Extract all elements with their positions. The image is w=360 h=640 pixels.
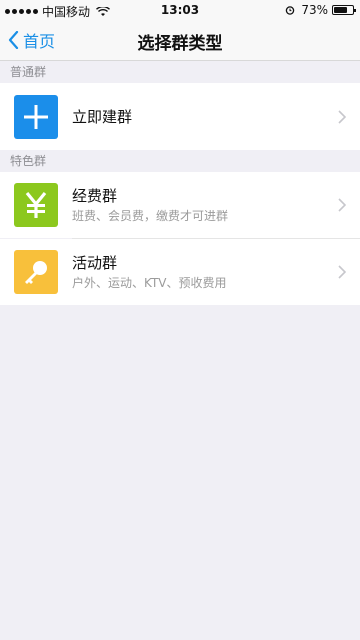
status-bar: 中国移动 13:03 73% [0, 0, 360, 20]
section-header-normal: 普通群 [0, 61, 360, 83]
create-group-title: 立即建群 [72, 108, 133, 126]
fee-group-subtitle: 班费、会员费，缴费才可进群 [72, 209, 229, 223]
fee-group-title: 经费群 [72, 187, 118, 205]
battery-icon [332, 5, 356, 15]
status-right: 73% [285, 3, 356, 17]
navigation-bar: 首页 选择群类型 [0, 20, 360, 61]
create-group-cell[interactable]: 立即建群 [0, 83, 360, 150]
activity-group-subtitle: 户外、运动、KTV、预收费用 [72, 276, 227, 290]
chevron-right-icon [338, 198, 346, 212]
fee-group-cell[interactable]: 经费群 班费、会员费，缴费才可进群 [0, 172, 360, 238]
yen-icon [14, 183, 58, 227]
alarm-icon [286, 6, 295, 15]
key-icon [14, 250, 58, 294]
chevron-right-icon [338, 110, 346, 124]
plus-icon [14, 95, 58, 139]
activity-group-title: 活动群 [72, 254, 118, 272]
chevron-right-icon [338, 265, 346, 279]
section-header-featured: 特色群 [0, 150, 360, 172]
battery-percent: 73% [301, 3, 328, 17]
activity-group-cell[interactable]: 活动群 户外、运动、KTV、预收费用 [0, 239, 360, 305]
page-title: 选择群类型 [137, 34, 223, 54]
